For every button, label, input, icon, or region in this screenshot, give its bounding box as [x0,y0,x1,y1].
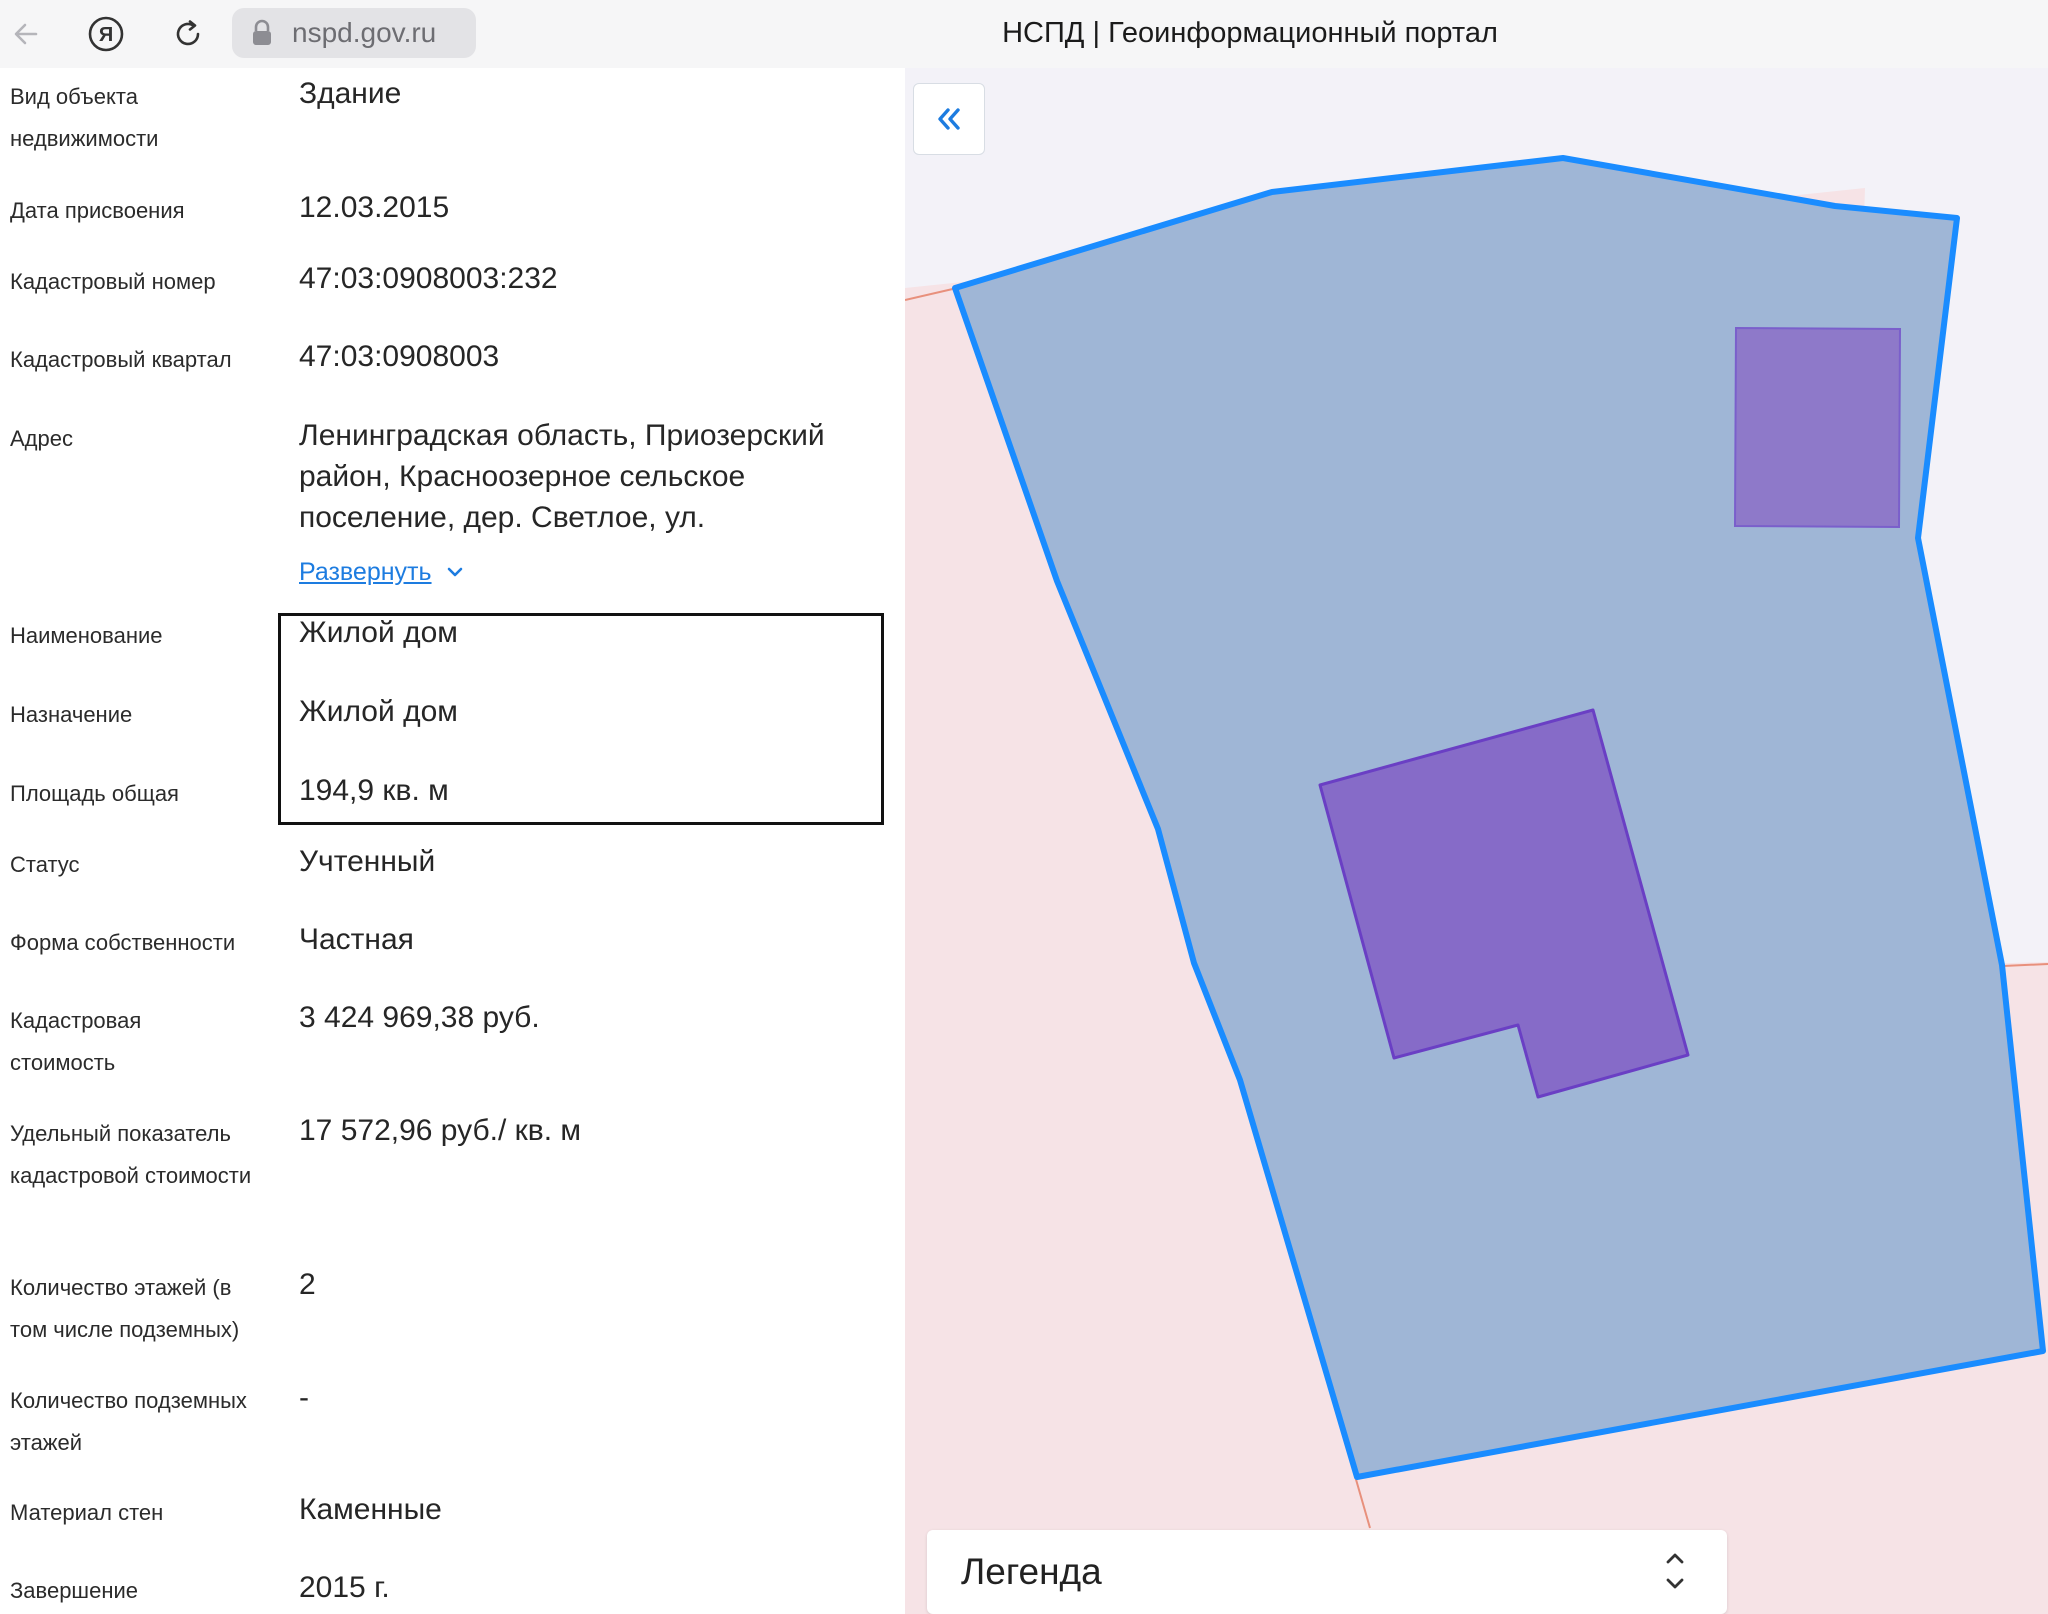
property-value: Жилой дом [299,695,458,728]
property-label: Статус [10,852,80,877]
property-value: 194,9 кв. м [299,774,449,807]
expand-link-label: Развернуть [299,557,432,586]
url-text: nspd.gov.ru [292,17,437,48]
reload-icon [176,20,200,46]
yandex-logo-icon: Я [88,16,124,52]
property-label: Кадастровый номер [10,269,216,294]
property-label: Материал стен [10,1500,164,1525]
property-value: 2015 г. [299,1571,390,1604]
legend-panel[interactable]: Легенда [927,1530,1727,1614]
property-info-panel: Вид объекта недвижимости Здание Дата при… [0,68,905,1614]
up-down-chevron-icon[interactable] [1663,1548,1687,1594]
property-label: Удельный показатель кадастровой стоимост… [10,1121,252,1188]
chevron-down-icon [447,567,462,577]
lock-icon [248,18,276,48]
back-button[interactable] [2,10,50,58]
property-label: Количество подземных этажей [10,1388,247,1455]
reload-button[interactable] [164,10,212,58]
property-value: Жилой дом [299,616,458,649]
property-value: - [299,1381,309,1414]
property-label: Завершение [10,1578,138,1603]
neighbor-boundary-line [1354,1475,1371,1529]
map-canvas[interactable] [905,68,2048,1614]
building-outbuilding[interactable] [1733,326,1902,529]
brand-glyph: Я [99,24,113,46]
property-value: 47:03:0908003 [299,340,500,373]
property-label: Форма собственности [10,930,236,955]
property-label: Дата присвоения [10,198,185,223]
property-label: Количество этажей (в том числе подземных… [10,1275,240,1342]
browser-toolbar: Я nspd.gov.ru НСПД | Геоинформационный п… [0,0,2048,69]
legend-title: Легенда [961,1551,1102,1592]
property-label: Кадастровый квартал [10,347,232,372]
property-value: Каменные [299,1493,442,1526]
collapse-panel-button[interactable] [913,83,985,155]
property-value: 3 424 969,38 руб. [299,1001,540,1034]
property-value: Частная [299,923,414,956]
property-value: 12.03.2015 [299,191,450,224]
property-value: 17 572,96 руб./ кв. м [299,1114,582,1147]
double-chevron-left-icon [938,108,960,130]
property-label: Вид объекта недвижимости [10,84,159,151]
property-label: Адрес [10,426,73,451]
property-value: 2 [299,1268,316,1301]
property-value: Здание [299,77,402,110]
address-bar[interactable]: nspd.gov.ru [232,8,476,58]
property-value: Учтенный [299,845,436,878]
back-arrow-icon [14,23,38,45]
page-title: НСПД | Геоинформационный портал [1002,17,1498,49]
yandex-button[interactable]: Я [82,10,130,58]
property-label: Кадастровая стоимость [10,1008,142,1075]
neighbor-boundary-line [2002,963,2048,967]
property-value: 47:03:0908003:232 [299,262,558,295]
neighbor-boundary-line [905,287,958,301]
address-value: Ленинградская область, Приозерский район… [299,419,825,534]
property-label: Наименование [10,623,163,648]
property-label: Назначение [10,702,133,727]
expand-link[interactable]: Развернуть [299,552,464,592]
map-view[interactable]: Легенда [905,68,2048,1614]
property-label: Площадь общая [10,781,179,806]
